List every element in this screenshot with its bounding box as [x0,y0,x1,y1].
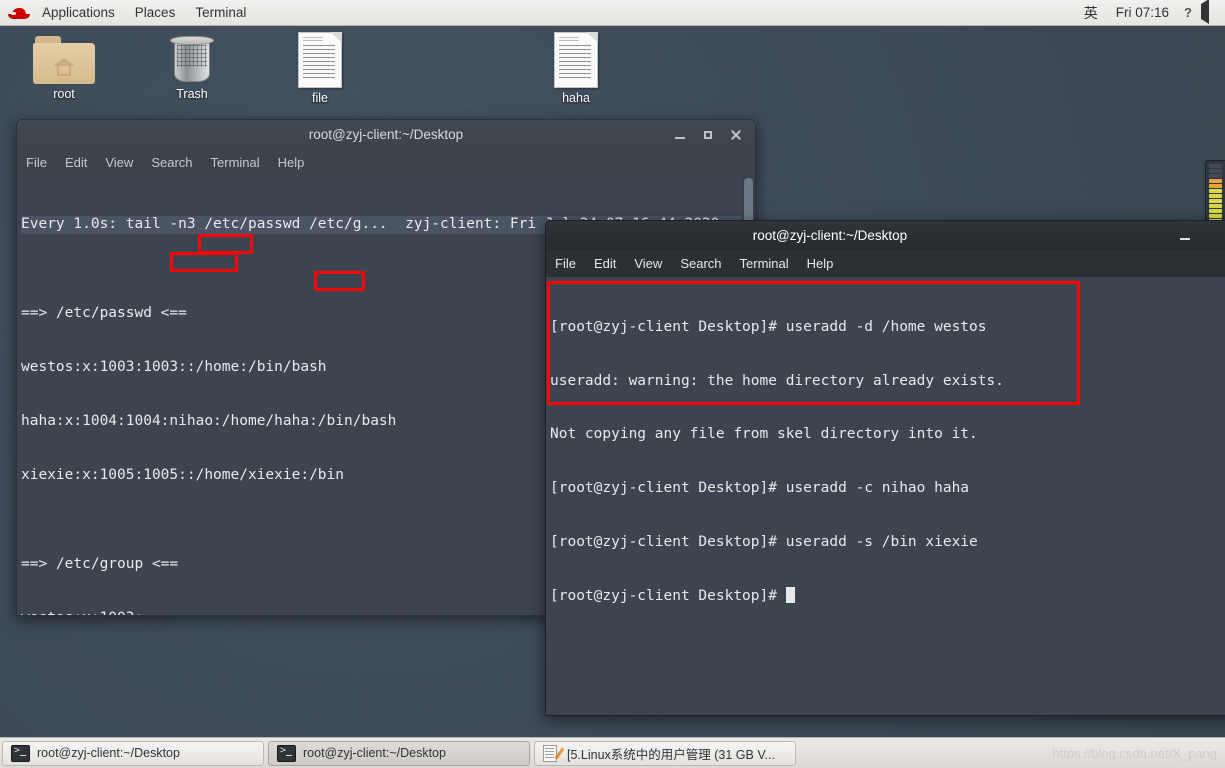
terminal-line: [root@zyj-client Desktop]# [550,588,786,605]
minimize-icon[interactable] [1178,229,1192,243]
menu-file[interactable]: File [17,155,56,170]
menu-search[interactable]: Search [671,256,730,271]
input-method-indicator[interactable]: 英 [1074,3,1108,23]
menu-view[interactable]: View [96,155,142,170]
terminal-icon [11,744,30,762]
taskbar-item-label: root@zyj-client:~/Desktop [37,746,180,760]
terminal-line: [root@zyj-client Desktop]# useradd -c ni… [550,479,970,496]
desktop-icon-label: haha [562,91,590,105]
window2-menubar: File Edit View Search Terminal Help [545,250,1225,277]
terminal-icon [277,744,296,762]
menu-terminal[interactable]: Terminal [202,155,269,170]
window1-title: root@zyj-client:~/Desktop [308,127,464,142]
taskbar-item-document[interactable]: [5.Linux系统中的用户管理 (31 GB V... [534,740,796,766]
notepad-icon [543,744,565,762]
desktop-icon-root[interactable]: root [16,36,112,101]
taskbar: root@zyj-client:~/Desktop root@zyj-clien… [0,737,1225,768]
window1-controls [673,120,749,150]
menu-edit[interactable]: Edit [585,256,625,271]
window1-titlebar[interactable]: root@zyj-client:~/Desktop [16,119,756,149]
menu-edit[interactable]: Edit [56,155,96,170]
terminal-line: [root@zyj-client Desktop]# useradd -s /b… [550,533,978,550]
taskbar-item-terminal-1[interactable]: root@zyj-client:~/Desktop [2,740,264,766]
terminal-line: Not copying any file from skel directory… [550,426,978,443]
desktop-icon-label: file [312,91,328,105]
window2-title: root@zyj-client:~/Desktop [752,228,908,243]
menu-applications[interactable]: Applications [32,0,125,26]
taskbar-item-label: root@zyj-client:~/Desktop [303,746,446,760]
window2-titlebar[interactable]: root@zyj-client:~/Desktop [545,220,1225,250]
clock[interactable]: Fri 07:16 [1108,5,1177,20]
desktop-icon-haha[interactable]: haha [528,32,624,105]
panel-left-group: Applications Places Terminal [0,0,256,26]
taskbar-item-label: [5.Linux系统中的用户管理 (31 GB V... [567,747,775,762]
menu-view[interactable]: View [625,256,671,271]
watermark: https://blog.csdn.net/X_pang [1052,745,1217,761]
volume-icon[interactable] [1201,0,1219,24]
menu-places[interactable]: Places [125,0,186,26]
help-icon[interactable]: ? [1179,4,1197,22]
menu-help[interactable]: Help [269,155,314,170]
menu-file[interactable]: File [546,256,585,271]
panel-right-group: 英 Fri 07:16 ? [1074,0,1225,24]
maximize-icon[interactable] [701,128,715,142]
window2-controls [1178,221,1198,251]
terminal-2-cursor [785,587,795,604]
menu-help[interactable]: Help [798,256,843,271]
terminal-prompt-line: [root@zyj-client Desktop]# [550,587,1225,606]
desktop-icon-label: root [53,87,75,101]
folder-home-icon [33,36,95,84]
terminal-2-output[interactable]: [root@zyj-client Desktop]# useradd -d /h… [545,277,1225,716]
trash-icon [170,34,214,84]
close-icon[interactable] [729,128,743,142]
menu-terminal[interactable]: Terminal [731,256,798,271]
taskbar-item-terminal-2[interactable]: root@zyj-client:~/Desktop [268,740,530,766]
top-panel: Applications Places Terminal 英 Fri 07:16… [0,0,1225,26]
minimize-icon[interactable] [673,128,687,142]
desktop-icon-trash[interactable]: Trash [144,34,240,101]
window1-menubar: File Edit View Search Terminal Help [16,149,756,176]
redhat-logo-icon[interactable] [8,5,30,21]
menu-terminal[interactable]: Terminal [185,0,256,26]
desktop-icon-label: Trash [176,87,208,101]
document-icon [298,32,342,88]
document-icon [554,32,598,88]
terminal-window-2[interactable]: root@zyj-client:~/Desktop File Edit View… [545,220,1225,716]
terminal-line: [root@zyj-client Desktop]# useradd -d /h… [550,318,987,335]
menu-search[interactable]: Search [142,155,201,170]
terminal-line: useradd: warning: the home directory alr… [550,372,1004,389]
desktop-icon-file[interactable]: file [272,32,368,105]
